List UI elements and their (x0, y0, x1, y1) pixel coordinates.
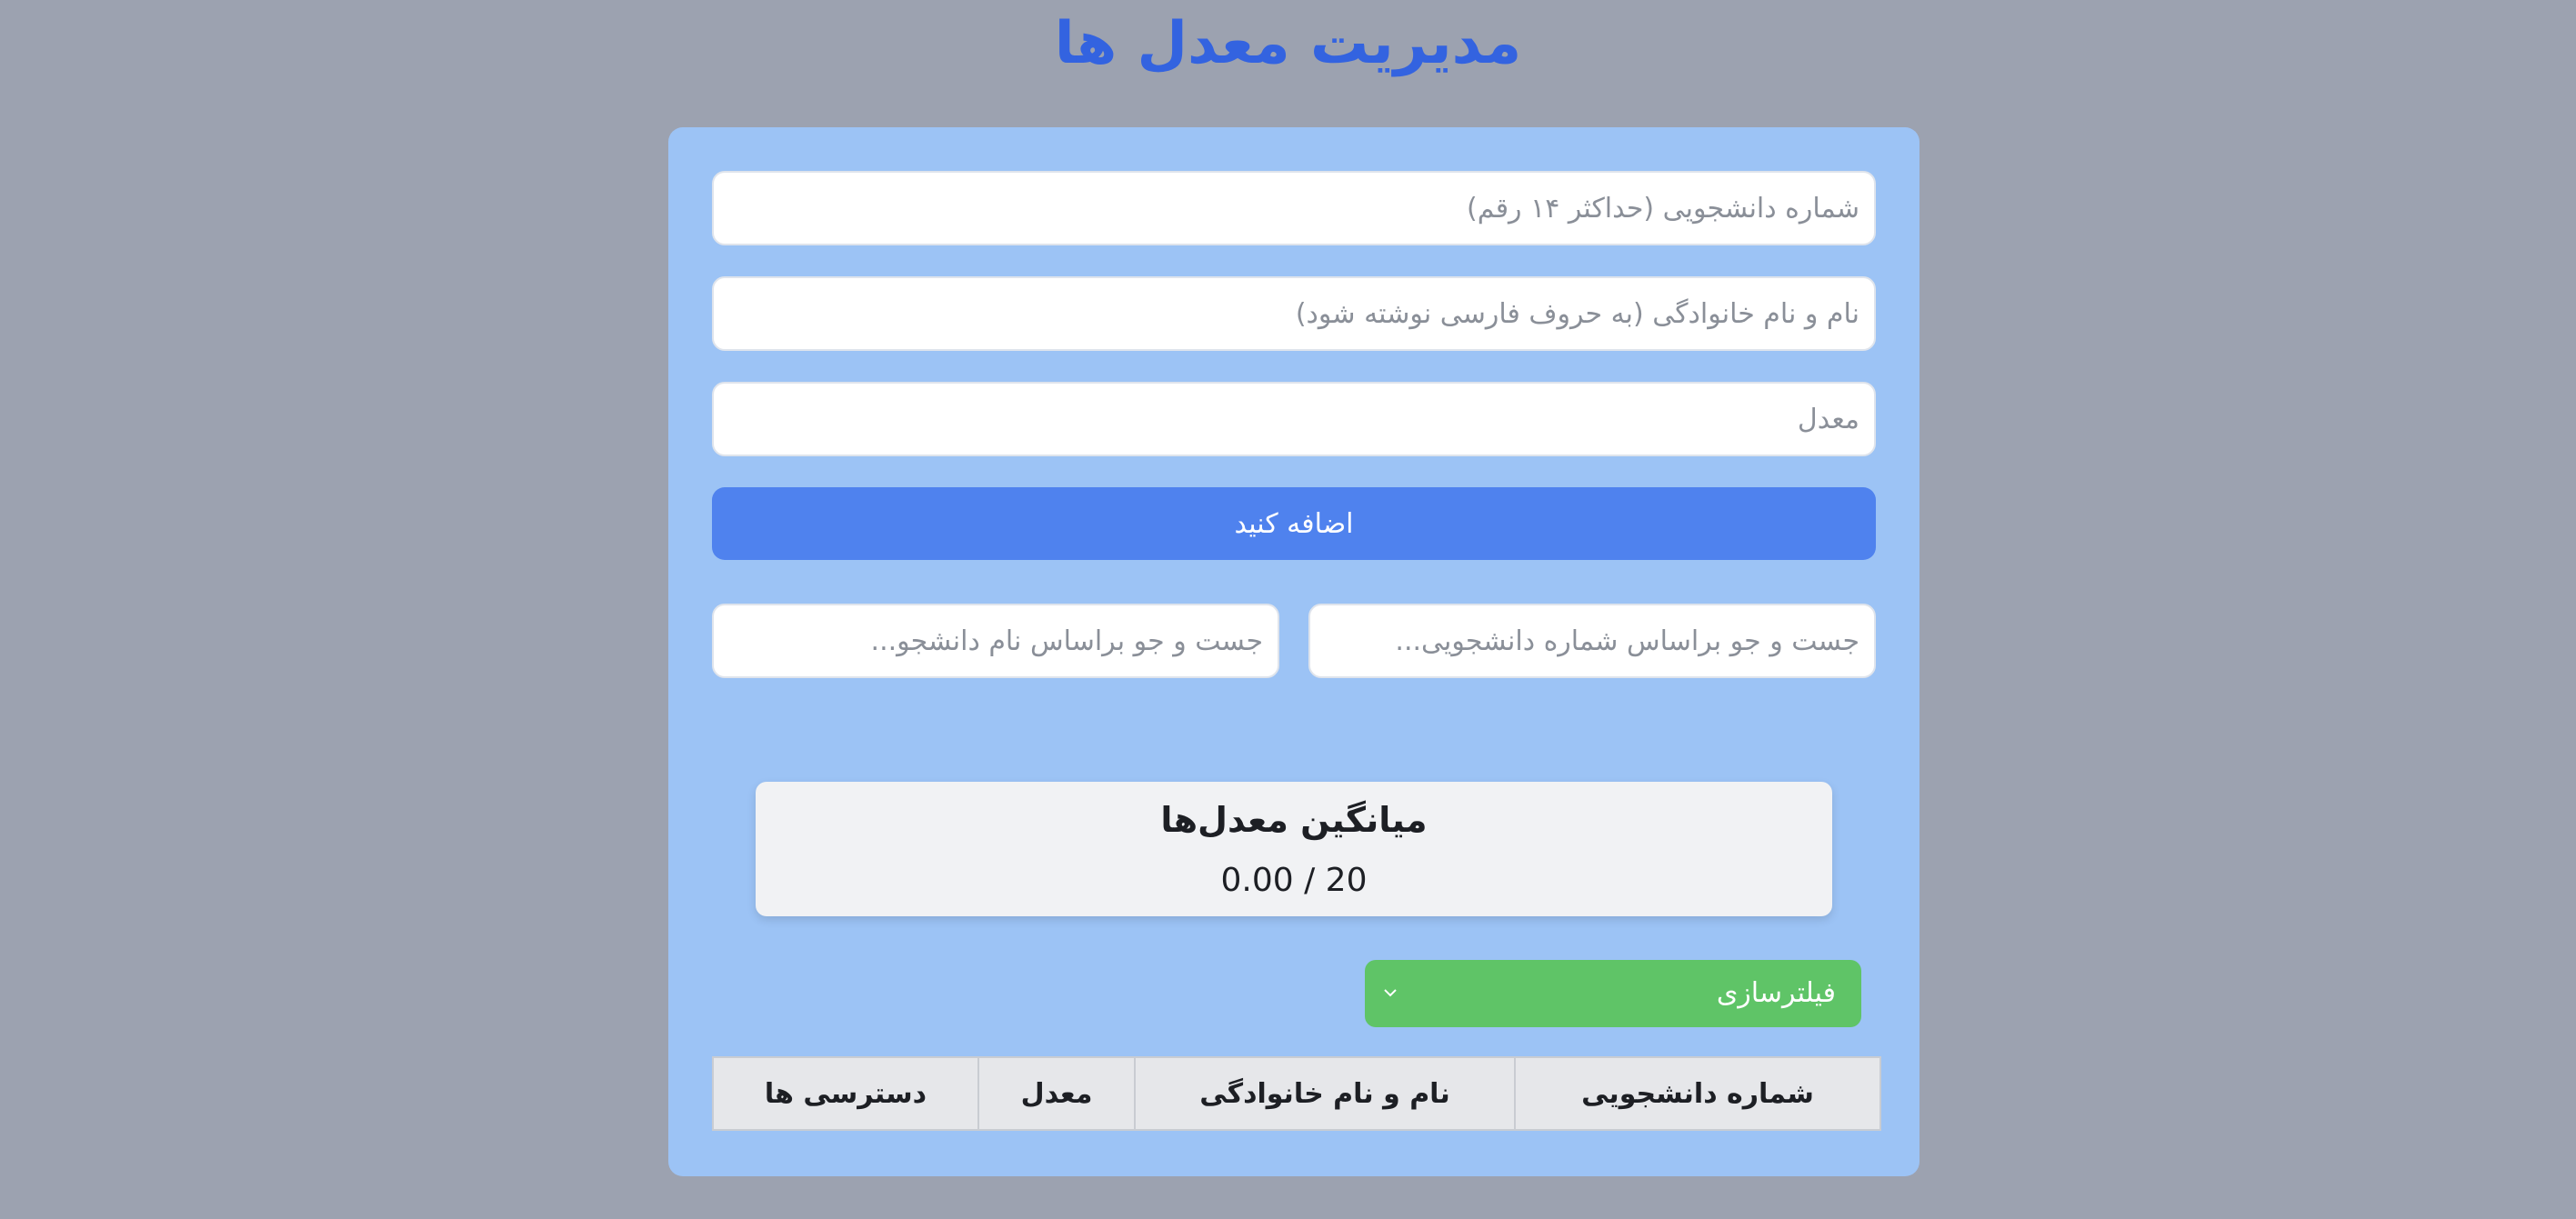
header-student-id: شماره دانشجویی (1514, 1056, 1881, 1131)
filter-dropdown[interactable]: فیلترسازی (1365, 960, 1861, 1027)
average-title: میانگین معدل‌ها (1160, 800, 1428, 840)
average-value: 0.00 / 20 (1220, 862, 1368, 899)
search-by-name-input[interactable] (712, 604, 1279, 678)
student-id-input[interactable] (712, 171, 1876, 245)
page-title: مدیریت معدل ها (1054, 10, 1522, 77)
header-full-name: نام و نام خانوادگی (1134, 1056, 1516, 1131)
table-header-row: شماره دانشجویی نام و نام خانوادگی معدل د… (712, 1056, 1881, 1131)
search-by-student-id-input[interactable] (1308, 604, 1876, 678)
grades-table: شماره دانشجویی نام و نام خانوادگی معدل د… (712, 1056, 1881, 1131)
main-card: اضافه کنید میانگین معدل‌ها 0.00 / 20 فیل… (668, 127, 1919, 1176)
gpa-input[interactable] (712, 382, 1876, 456)
chevron-down-icon (1384, 989, 1397, 997)
filter-label: فیلترسازی (1716, 977, 1836, 1009)
header-gpa: معدل (977, 1056, 1136, 1131)
full-name-input[interactable] (712, 276, 1876, 351)
average-panel: میانگین معدل‌ها 0.00 / 20 (756, 782, 1832, 916)
add-button[interactable]: اضافه کنید (712, 487, 1876, 560)
gpa-manager-page: مدیریت معدل ها اضافه کنید میانگین معدل‌ه… (0, 0, 2576, 1219)
header-actions: دسترسی ها (712, 1056, 979, 1131)
